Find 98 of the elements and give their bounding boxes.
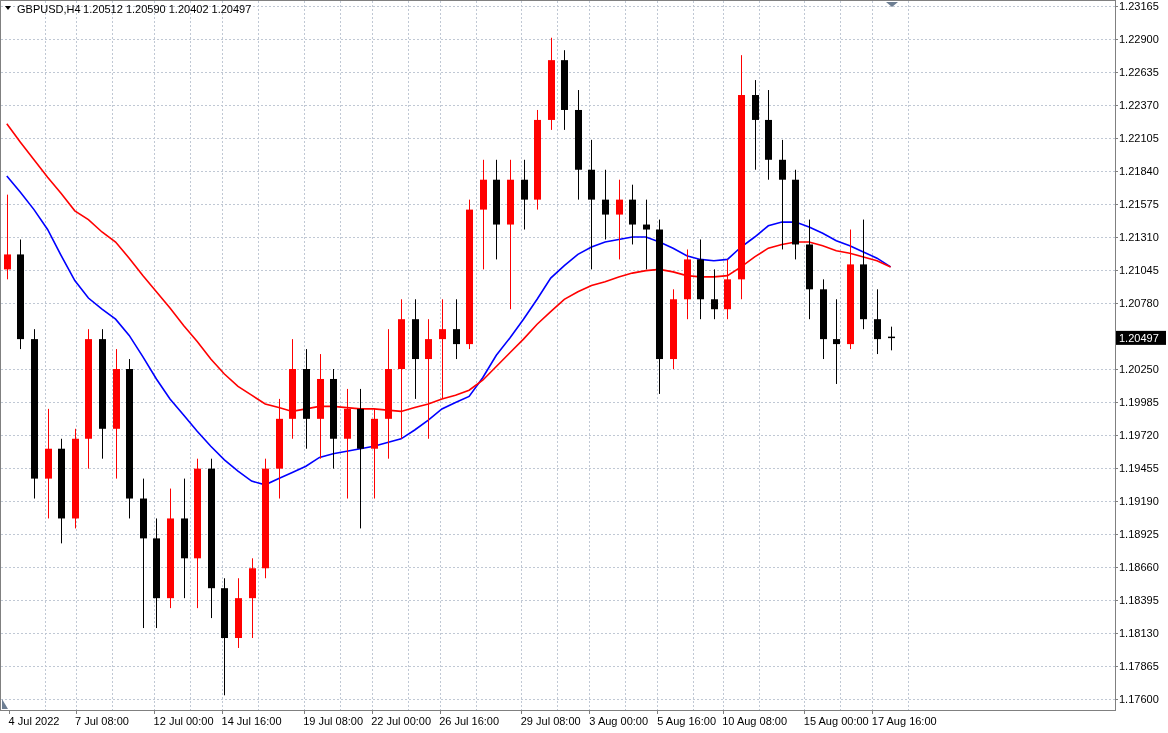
candle-body xyxy=(874,319,881,340)
candle-body xyxy=(548,60,555,120)
candle-body xyxy=(833,339,840,345)
candle-body xyxy=(521,179,528,200)
candle-body xyxy=(888,336,895,339)
time-label: 15 Aug 00:00 xyxy=(803,715,869,727)
price-label: 1.19720 xyxy=(1119,429,1159,441)
candle-body xyxy=(561,60,568,110)
candle-body xyxy=(453,329,460,345)
candle-body xyxy=(181,518,188,559)
time-label: 10 Aug 08:00 xyxy=(722,715,788,727)
candle-wick xyxy=(605,169,606,240)
candle-body xyxy=(765,119,772,160)
time-label: 26 Jul 16:00 xyxy=(439,715,500,727)
candle-body xyxy=(439,329,446,340)
symbol-label: GBPUSD,H4 xyxy=(17,3,81,15)
candle-body xyxy=(724,279,731,310)
time-label: 14 Jul 16:00 xyxy=(221,715,282,727)
price-label: 1.22105 xyxy=(1119,132,1159,144)
scale-marker-icon[interactable] xyxy=(2,699,8,709)
time-label: 4 Jul 2022 xyxy=(8,715,60,727)
price-label: 1.22900 xyxy=(1119,33,1159,45)
ohlc-readout: 1.20512 1.20590 1.20402 1.20497 xyxy=(83,3,252,15)
time-label: 7 Jul 08:00 xyxy=(75,715,129,727)
price-label: 1.21310 xyxy=(1119,231,1159,243)
price-label: 1.18925 xyxy=(1119,528,1159,541)
candle-body xyxy=(140,498,147,539)
time-label: 3 Aug 00:00 xyxy=(589,715,649,727)
price-label: 1.17865 xyxy=(1119,660,1159,673)
candle-body xyxy=(779,159,786,180)
candle-body xyxy=(289,369,296,419)
candle-body xyxy=(792,179,799,245)
candle-body xyxy=(412,319,419,360)
current-price-label: 1.20497 xyxy=(1116,330,1166,345)
price-label: 1.19190 xyxy=(1119,495,1159,507)
candle-body xyxy=(507,179,514,225)
candle-wick xyxy=(646,199,647,270)
candle-body xyxy=(575,109,582,170)
candle-body xyxy=(480,179,487,210)
time-label: 29 Jul 08:00 xyxy=(520,715,581,727)
candle-body xyxy=(317,378,324,419)
candle-wick xyxy=(714,268,715,320)
candle-body xyxy=(752,95,759,120)
time-label: 5 Aug 16:00 xyxy=(657,715,717,727)
candle-body xyxy=(588,169,595,200)
time-label: 17 Aug 16:00 xyxy=(871,715,937,727)
candle-body xyxy=(629,199,636,225)
candle-body xyxy=(45,448,52,479)
price-label: 1.19455 xyxy=(1119,462,1159,474)
candle-body xyxy=(58,448,65,519)
candle-body xyxy=(697,259,704,300)
candle-body xyxy=(235,598,242,638)
candle-body xyxy=(493,179,500,225)
price-label: 1.20250 xyxy=(1119,363,1159,375)
price-label: 1.22370 xyxy=(1119,99,1159,111)
candle-body xyxy=(385,369,392,419)
chart-shift-icon[interactable] xyxy=(886,2,898,7)
time-label: 19 Jul 08:00 xyxy=(303,715,364,727)
candle-body xyxy=(153,538,160,599)
candle-body xyxy=(425,339,432,360)
candle-body xyxy=(344,408,351,439)
price-label: 1.21840 xyxy=(1119,165,1159,177)
candle-body xyxy=(221,588,228,638)
candle-body xyxy=(276,418,283,469)
dropdown-icon[interactable] xyxy=(5,6,11,10)
price-label: 1.22635 xyxy=(1119,66,1159,78)
candle-wick xyxy=(456,298,457,360)
candle-body xyxy=(4,254,11,270)
price-label: 1.21575 xyxy=(1119,198,1159,210)
candle-body xyxy=(330,378,337,439)
time-label: 12 Jul 00:00 xyxy=(153,715,214,727)
candle-body xyxy=(711,299,718,310)
price-label: 1.18660 xyxy=(1119,561,1159,574)
candle-body xyxy=(113,369,120,429)
candle-body xyxy=(371,418,378,449)
price-label: 1.18130 xyxy=(1119,627,1159,640)
price-label: 1.20780 xyxy=(1119,297,1159,309)
price-label: 1.23165 xyxy=(1119,0,1159,12)
candle-body xyxy=(820,289,827,340)
candle-body xyxy=(806,244,813,290)
candle-body xyxy=(357,408,364,449)
price-label: 1.19985 xyxy=(1119,396,1159,408)
candle-body xyxy=(398,319,405,369)
price-label: 1.18395 xyxy=(1119,594,1159,607)
candle-body xyxy=(616,199,623,215)
candle-body xyxy=(643,224,650,230)
time-label: 22 Jul 00:00 xyxy=(371,715,432,727)
price-label: 1.17600 xyxy=(1119,693,1159,706)
candle-body xyxy=(684,259,691,300)
candle-wick xyxy=(877,288,878,355)
candle-wick xyxy=(524,159,525,231)
candle-wick xyxy=(891,326,892,351)
candle-body xyxy=(249,568,256,599)
candle-body xyxy=(303,369,310,419)
candle-body xyxy=(670,299,677,360)
price-label: 1.21045 xyxy=(1119,264,1159,276)
candle-body xyxy=(602,199,609,215)
candle-body xyxy=(860,264,867,320)
